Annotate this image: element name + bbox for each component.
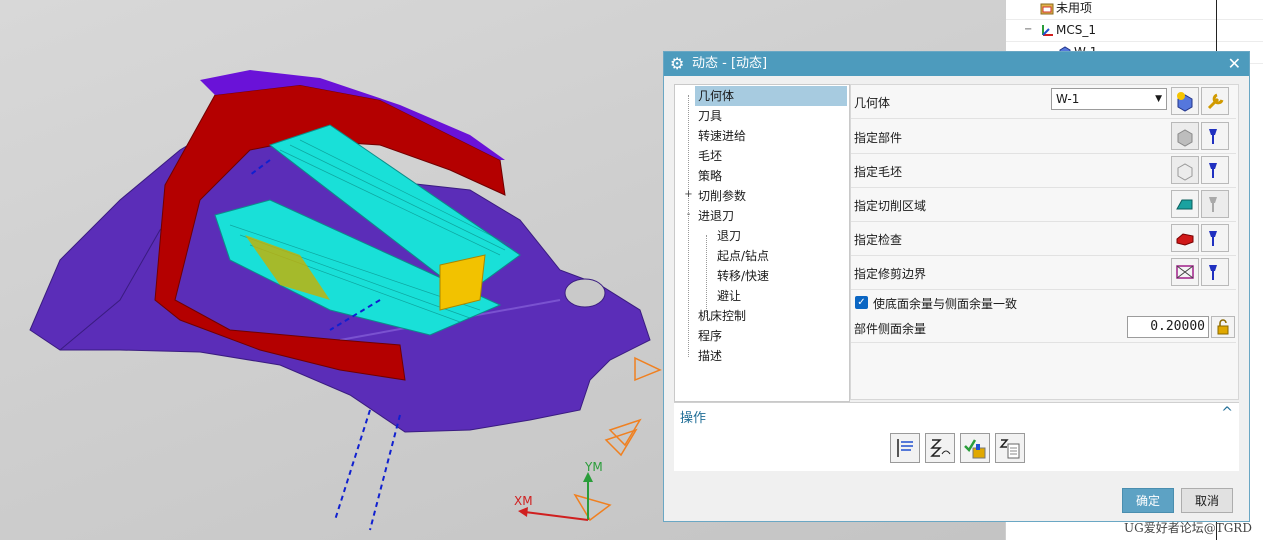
tree-item-start-drill-point[interactable]: 起点/钻点 <box>714 246 772 266</box>
floor-wall-same-row: ✓ 使底面余量与侧面余量一致 <box>851 290 1236 314</box>
tree-item-program[interactable]: 程序 <box>695 326 725 346</box>
flashlight-icon <box>1209 231 1217 246</box>
tree-item-blank[interactable]: 毛坯 <box>695 146 725 166</box>
tree-item-machine-control[interactable]: 机床控制 <box>695 306 749 326</box>
nav-item-label: 未用项 <box>1056 1 1093 15</box>
checkbox-label: 使底面余量与侧面余量一致 <box>873 297 1018 311</box>
edit-geometry-button[interactable] <box>1201 87 1229 115</box>
generate-button[interactable] <box>890 433 920 463</box>
cut-area-icon <box>1176 199 1193 210</box>
new-geometry-icon <box>1177 92 1193 112</box>
select-blank-button[interactable] <box>1171 156 1199 184</box>
close-icon[interactable]: ✕ <box>1228 52 1241 76</box>
tree-item-retract[interactable]: 退刀 <box>714 226 744 246</box>
flashlight-icon <box>1209 129 1217 144</box>
operations-header: 操作 <box>680 411 707 426</box>
tree-item-engage-retract[interactable]: 进退刀 <box>695 206 737 226</box>
flashlight-icon <box>1209 163 1217 178</box>
display-part-button[interactable] <box>1201 122 1229 150</box>
tree-item-cut-params[interactable]: 切削参数 <box>695 186 749 206</box>
tree-item-transfer-rapid[interactable]: 转移/快速 <box>714 266 772 286</box>
axis-y-label: YM <box>585 460 603 474</box>
cancel-button[interactable]: 取消 <box>1181 488 1233 513</box>
operations-section: 操作 ^ <box>674 402 1239 471</box>
geometry-row: 几何体 W-1 ▼ <box>851 85 1236 119</box>
flashlight-icon <box>1209 265 1217 280</box>
part-icon <box>1177 129 1193 147</box>
specify-part-row: 指定部件 <box>851 120 1236 154</box>
tree-item-description[interactable]: 描述 <box>695 346 725 366</box>
select-cut-area-button[interactable] <box>1171 190 1199 218</box>
specify-trim-boundary-row: 指定修剪边界 <box>851 256 1236 290</box>
gear-icon: ⚙ <box>670 54 685 73</box>
blank-icon <box>1177 163 1193 181</box>
select-part-button[interactable] <box>1171 122 1199 150</box>
collapse-icon[interactable]: - <box>684 210 693 220</box>
flashlight-icon <box>1209 197 1217 212</box>
nav-item-label: MCS_1 <box>1056 23 1096 37</box>
specify-check-row: 指定检查 <box>851 222 1236 256</box>
ok-button[interactable]: 确定 <box>1122 488 1174 513</box>
expand-icon[interactable]: + <box>684 190 693 200</box>
lock-icon <box>1217 319 1229 335</box>
tree-item-tool[interactable]: 刀具 <box>695 106 725 126</box>
display-trim-boundary-button[interactable] <box>1201 258 1229 286</box>
tree-item-strategy[interactable]: 策略 <box>695 166 725 186</box>
display-blank-button[interactable] <box>1201 156 1229 184</box>
dialog-titlebar[interactable]: ⚙ 动态 - [动态] ✕ <box>664 52 1249 76</box>
nav-item-mcs[interactable]: − MCS_1 <box>1006 19 1263 42</box>
select-check-button[interactable] <box>1171 224 1199 252</box>
stock-label: 部件侧面余量 <box>854 322 927 336</box>
geometry-select[interactable]: W-1 ▼ <box>1051 88 1167 110</box>
list-icon <box>999 439 1020 459</box>
list-button[interactable] <box>995 433 1025 463</box>
verify-button[interactable] <box>960 433 990 463</box>
dropdown-arrow-icon: ▼ <box>1155 94 1162 104</box>
wrench-icon <box>1207 93 1224 110</box>
tree-item-feeds-speeds[interactable]: 转速进给 <box>695 126 749 146</box>
tree-item-geometry[interactable]: 几何体 <box>695 86 847 106</box>
geometry-label: 几何体 <box>854 96 891 110</box>
replay-icon <box>930 439 951 457</box>
lock-button[interactable] <box>1211 316 1235 338</box>
dialog-title: 动态 - [动态] <box>692 56 768 71</box>
coordinate-system-icon <box>1040 22 1054 36</box>
nav-item-unused[interactable]: 未用项 <box>1006 0 1263 20</box>
part-side-stock-row: 部件侧面余量 0.20000 <box>851 314 1236 343</box>
verify-icon <box>964 439 986 459</box>
watermark-text: UG爱好者论坛@TGRD <box>1124 521 1252 535</box>
new-geometry-button[interactable] <box>1171 87 1199 115</box>
specify-blank-row: 指定毛坯 <box>851 154 1236 188</box>
display-cut-area-button[interactable] <box>1201 190 1229 218</box>
folder-icon <box>1040 0 1054 15</box>
display-check-button[interactable] <box>1201 224 1229 252</box>
check-geometry-icon <box>1176 233 1194 246</box>
trim-boundary-icon <box>1176 265 1194 279</box>
tree-guide <box>706 235 707 317</box>
geometry-panel: 几何体 W-1 ▼ 指定部件 指定毛坯 指定切削区域 指定检查 指定修剪边界 ✓… <box>850 84 1239 400</box>
select-trim-boundary-button[interactable] <box>1171 258 1199 286</box>
part-side-stock-input[interactable]: 0.20000 <box>1127 316 1209 338</box>
tree-guide <box>688 95 689 357</box>
generate-icon <box>897 439 913 457</box>
tree-item-avoidance[interactable]: 避让 <box>714 286 744 306</box>
specify-cut-area-row: 指定切削区域 <box>851 188 1236 222</box>
parameter-tree: 几何体 刀具 转速进给 毛坯 策略 + 切削参数 - 进退刀 退刀 起点/钻点 … <box>674 84 850 402</box>
replay-button[interactable] <box>925 433 955 463</box>
collapse-caret-icon[interactable]: ^ <box>1221 405 1233 421</box>
axis-x-label: XM <box>514 494 533 508</box>
floor-wall-same-checkbox[interactable]: ✓ <box>855 296 868 309</box>
collapse-icon[interactable]: − <box>1024 19 1032 41</box>
dynamic-operation-dialog: ⚙ 动态 - [动态] ✕ 几何体 刀具 转速进给 毛坯 策略 + 切削参数 -… <box>663 51 1250 522</box>
